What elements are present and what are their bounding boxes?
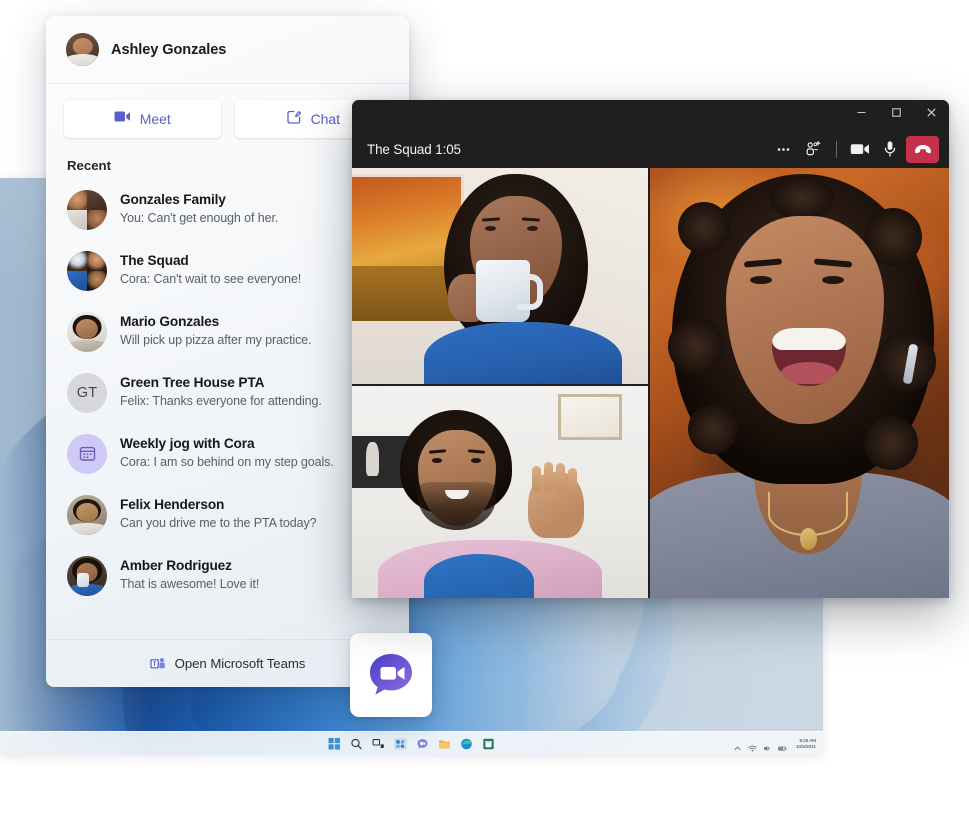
chat-preview: Cora: Can't wait to see everyone! [120,271,302,286]
chat-icon[interactable] [416,737,429,750]
list-item-text: Mario Gonzales Will pick up pizza after … [120,313,312,349]
more-options-button[interactable] [770,136,797,163]
list-item-text: Weekly jog with Cora Cora: I am so behin… [120,435,334,471]
avatar [67,555,107,596]
chat-preview: Felix: Thanks everyone for attending. [120,393,322,408]
compose-chat-icon [286,109,302,130]
list-item-text: Felix Henderson Can you drive me to the … [120,496,317,532]
chat-preview: Will pick up pizza after my practice. [120,332,312,347]
control-separator [836,140,837,158]
participant-video [650,168,949,598]
chat-preview: Cora: I am so behind on my step goals. [120,454,334,469]
taskbar: 9:26 AM 10/5/2021 [0,731,823,755]
video-column-left [352,168,648,598]
start-icon[interactable] [328,737,341,750]
system-tray: 9:26 AM 10/5/2021 [733,732,819,755]
teams-call-window: The Squad 1:05 [352,100,949,598]
avatar [67,250,107,291]
taskbar-icon-group [328,732,495,756]
teams-chat-launcher-tile[interactable] [350,633,432,717]
video-column-right [650,168,949,598]
microsoft-edge-icon[interactable] [460,737,473,750]
chat-title: Felix Henderson [120,497,225,513]
profile-name: Ashley Gonzales [111,41,227,58]
chat-preview: Can you drive me to the PTA today? [120,515,317,530]
chat-title: Amber Rodriguez [120,558,232,574]
battery-icon[interactable] [778,740,787,751]
participant-tile[interactable] [352,168,648,384]
call-controls [770,135,939,163]
camera-toggle-button[interactable] [846,136,873,163]
add-people-button[interactable] [800,136,827,163]
meet-button-label: Meet [139,111,171,127]
chat-title: Gonzales Family [120,192,226,208]
list-item-text: Green Tree House PTA Felix: Thanks every… [120,374,322,410]
chat-preview: You: Can't get enough of her. [120,210,279,225]
participant-tile[interactable] [352,386,648,598]
speaker-icon[interactable] [763,740,772,751]
close-button[interactable] [914,100,949,124]
clock-date: 10/5/2021 [796,744,816,749]
microsoft-teams-logo [150,657,165,671]
chat-title: Mario Gonzales [120,314,220,330]
list-item-text: Amber Rodriguez That is awesome! Love it… [120,557,259,593]
chat-title: The Squad [120,253,189,269]
list-item-text: Gonzales Family You: Can't get enough of… [120,191,278,227]
task-view-icon[interactable] [372,737,385,750]
wifi-icon[interactable] [748,740,757,751]
open-teams-label: Open Microsoft Teams [174,656,306,671]
video-grid [352,168,949,598]
microphone-toggle-button[interactable] [876,136,903,163]
chat-button-label: Chat [310,111,340,127]
chat-title: Weekly jog with Cora [120,436,255,452]
screenshot-root: 9:26 AM 10/5/2021 Ashley Gonzales Meet C… [0,0,969,818]
chat-title: Green Tree House PTA [120,375,265,391]
avatar [67,189,107,230]
chevron-up-icon[interactable] [733,740,742,750]
avatar [66,33,99,66]
avatar [67,311,107,352]
flyout-header: Ashley Gonzales [46,16,409,84]
widgets-icon[interactable] [394,737,407,750]
window-caption-bar [352,100,949,130]
avatar-initials: GT [67,372,107,413]
participant-video [352,386,648,598]
avatar [67,494,107,535]
search-icon[interactable] [350,737,363,750]
list-item-text: The Squad Cora: Can't wait to see everyo… [120,252,301,288]
meet-button[interactable]: Meet [64,100,221,138]
microsoft-store-icon[interactable] [482,737,495,750]
hang-up-button[interactable] [906,135,939,163]
chat-preview: That is awesome! Love it! [120,576,260,591]
file-explorer-icon[interactable] [438,737,451,750]
teams-chat-bubble-icon [366,650,416,700]
call-title: The Squad 1:05 [367,141,461,157]
taskbar-clock[interactable]: 9:26 AM 10/5/2021 [793,738,819,750]
video-camera-filled-icon [114,110,131,128]
participant-video [352,168,648,384]
minimize-button[interactable] [844,100,879,124]
maximize-button[interactable] [879,100,914,124]
call-toolbar: The Squad 1:05 [352,130,949,168]
participant-tile[interactable] [650,168,949,598]
calendar-icon [67,433,107,474]
